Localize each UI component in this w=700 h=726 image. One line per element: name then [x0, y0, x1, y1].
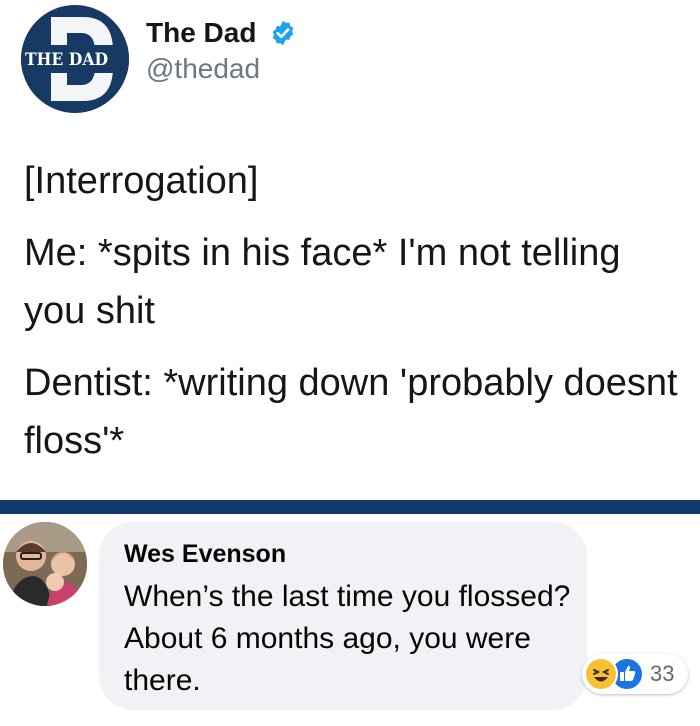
- comment-section: Wes Evenson When’s the last time you flo…: [0, 514, 700, 726]
- author-name[interactable]: The Dad: [146, 17, 256, 49]
- tweet-card: THE DAD The Dad @thedad [Interrogation] …: [0, 0, 700, 500]
- commenter-name[interactable]: Wes Evenson: [124, 540, 286, 569]
- tweet-line: Dentist: *writing down 'probably doesnt …: [24, 362, 678, 462]
- divider-bar: [0, 500, 700, 514]
- commenter-avatar[interactable]: [3, 522, 87, 606]
- tweet-text: [Interrogation] Me: *spits in his face* …: [24, 152, 684, 484]
- verified-badge-icon: [272, 20, 294, 46]
- haha-icon: [584, 657, 618, 691]
- reaction-summary[interactable]: 33: [582, 654, 689, 694]
- the-dad-logo[interactable]: THE DAD: [21, 5, 129, 113]
- haha-face-icon: [593, 669, 609, 682]
- avatar-photo-icon: [3, 522, 87, 606]
- tweet-line: [Interrogation]: [24, 160, 259, 202]
- author-handle[interactable]: @thedad: [146, 53, 297, 85]
- comment-bubble: Wes Evenson When’s the last time you flo…: [99, 522, 587, 710]
- comment-text: When’s the last time you flossed? About …: [124, 580, 571, 697]
- tweet-author: The Dad @thedad: [146, 17, 297, 85]
- tweet-line: Me: *spits in his face* I'm not telling …: [24, 232, 621, 332]
- reaction-count: 33: [650, 661, 675, 686]
- logo-text: THE DAD: [25, 50, 109, 70]
